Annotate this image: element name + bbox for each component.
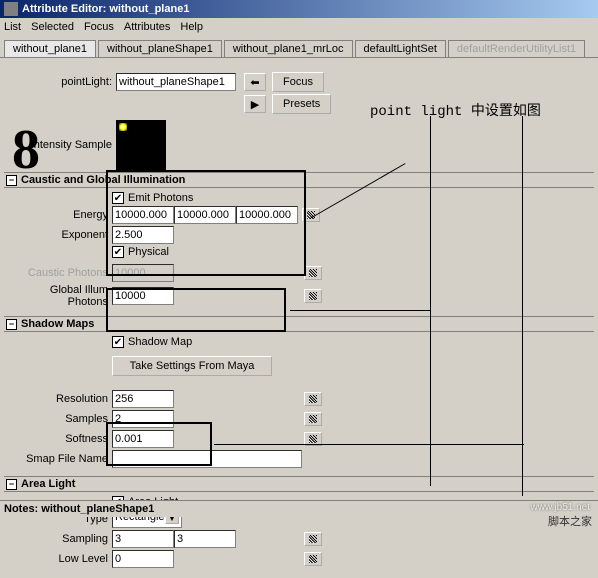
physical-label: Physical bbox=[128, 246, 169, 258]
menu-list[interactable]: List bbox=[4, 21, 21, 33]
annotation-text: point light 中设置如图 bbox=[370, 100, 541, 120]
tab-defaultlightset[interactable]: defaultLightSet bbox=[355, 40, 446, 57]
energy-map-button[interactable] bbox=[302, 208, 320, 222]
global-photons-field[interactable] bbox=[112, 287, 174, 305]
output-icon[interactable]: ▶ bbox=[244, 95, 266, 113]
load-icon[interactable]: ⬅ bbox=[244, 73, 266, 91]
app-icon bbox=[4, 2, 18, 16]
menu-help[interactable]: Help bbox=[180, 21, 203, 33]
smapfile-label: Smap File Name bbox=[12, 453, 112, 465]
caustic-photons-field bbox=[112, 264, 174, 282]
intensity-swatch[interactable] bbox=[116, 120, 166, 170]
samples-label: Samples bbox=[12, 413, 112, 425]
notes-bar: Notes: without_planeShape1 bbox=[0, 500, 598, 517]
menu-selected[interactable]: Selected bbox=[31, 21, 74, 33]
sampling-map-button[interactable] bbox=[304, 532, 322, 546]
window-title: Attribute Editor: without_plane1 bbox=[22, 0, 189, 18]
tab-bar: without_plane1 without_planeShape1 witho… bbox=[0, 36, 598, 58]
section-shadow-header[interactable]: − Shadow Maps bbox=[4, 316, 594, 332]
samples-map-button[interactable] bbox=[304, 412, 322, 426]
resolution-label: Resolution bbox=[12, 393, 112, 405]
physical-checkbox[interactable]: ✔ bbox=[112, 246, 124, 258]
window-titlebar: Attribute Editor: without_plane1 bbox=[0, 0, 598, 18]
tab-without-plane1[interactable]: without_plane1 bbox=[4, 40, 96, 57]
lowlevel-field[interactable] bbox=[112, 550, 174, 568]
nodename-field[interactable] bbox=[116, 73, 236, 91]
emit-photons-label: Emit Photons bbox=[128, 192, 193, 204]
take-settings-button[interactable]: Take Settings From Maya bbox=[112, 356, 272, 376]
site-label: 脚本之家 bbox=[548, 513, 592, 529]
section-caustic-header[interactable]: − Caustic and Global Illumination bbox=[4, 172, 594, 188]
energy-g-field[interactable] bbox=[174, 206, 236, 224]
annotation-line bbox=[214, 444, 524, 445]
collapse-icon[interactable]: − bbox=[6, 319, 17, 330]
annotation-line bbox=[290, 310, 430, 311]
emit-photons-checkbox[interactable]: ✔ bbox=[112, 192, 124, 204]
caustic-map-button[interactable] bbox=[304, 266, 322, 280]
exponent-field[interactable] bbox=[112, 226, 174, 244]
resolution-map-button[interactable] bbox=[304, 392, 322, 406]
energy-r-field[interactable] bbox=[112, 206, 174, 224]
global-photons-label: Global Illum Photons bbox=[12, 284, 112, 308]
global-map-button[interactable] bbox=[304, 289, 322, 303]
collapse-icon[interactable]: − bbox=[6, 479, 17, 490]
lowlevel-label: Low Level bbox=[12, 553, 112, 565]
energy-label: Energy bbox=[12, 209, 112, 221]
tab-mrloc[interactable]: without_plane1_mrLoc bbox=[224, 40, 353, 57]
annotation-line bbox=[522, 116, 523, 496]
energy-b-field[interactable] bbox=[236, 206, 298, 224]
exponent-label: Exponent bbox=[12, 229, 112, 241]
sampling-u-field[interactable] bbox=[112, 530, 174, 548]
menu-attributes[interactable]: Attributes bbox=[124, 21, 170, 33]
softness-label: Softness bbox=[12, 433, 112, 445]
type-glyph: 8 bbox=[12, 118, 40, 182]
tab-without-planeshape1[interactable]: without_planeShape1 bbox=[98, 40, 222, 57]
annotation-line bbox=[430, 116, 431, 486]
section-area-header[interactable]: − Area Light bbox=[4, 476, 594, 492]
softness-field[interactable] bbox=[112, 430, 174, 448]
smapfile-field[interactable] bbox=[112, 450, 302, 468]
shadowmap-checkbox[interactable]: ✔ bbox=[112, 336, 124, 348]
shadowmap-label: Shadow Map bbox=[128, 336, 192, 348]
menu-bar: List Selected Focus Attributes Help bbox=[0, 18, 598, 36]
watermark: www.jb51.net bbox=[531, 502, 590, 513]
tab-defaultrender[interactable]: defaultRenderUtilityList1 bbox=[448, 40, 585, 57]
caustic-photons-label: Caustic Photons bbox=[12, 267, 112, 279]
menu-focus[interactable]: Focus bbox=[84, 21, 114, 33]
sampling-label: Sampling bbox=[12, 533, 112, 545]
focus-button[interactable]: Focus bbox=[272, 72, 324, 92]
resolution-field[interactable] bbox=[112, 390, 174, 408]
samples-field[interactable] bbox=[112, 410, 174, 428]
presets-button[interactable]: Presets bbox=[272, 94, 331, 114]
nodetype-label: pointLight: bbox=[60, 76, 116, 88]
sampling-v-field[interactable] bbox=[174, 530, 236, 548]
lowlevel-map-button[interactable] bbox=[304, 552, 322, 566]
